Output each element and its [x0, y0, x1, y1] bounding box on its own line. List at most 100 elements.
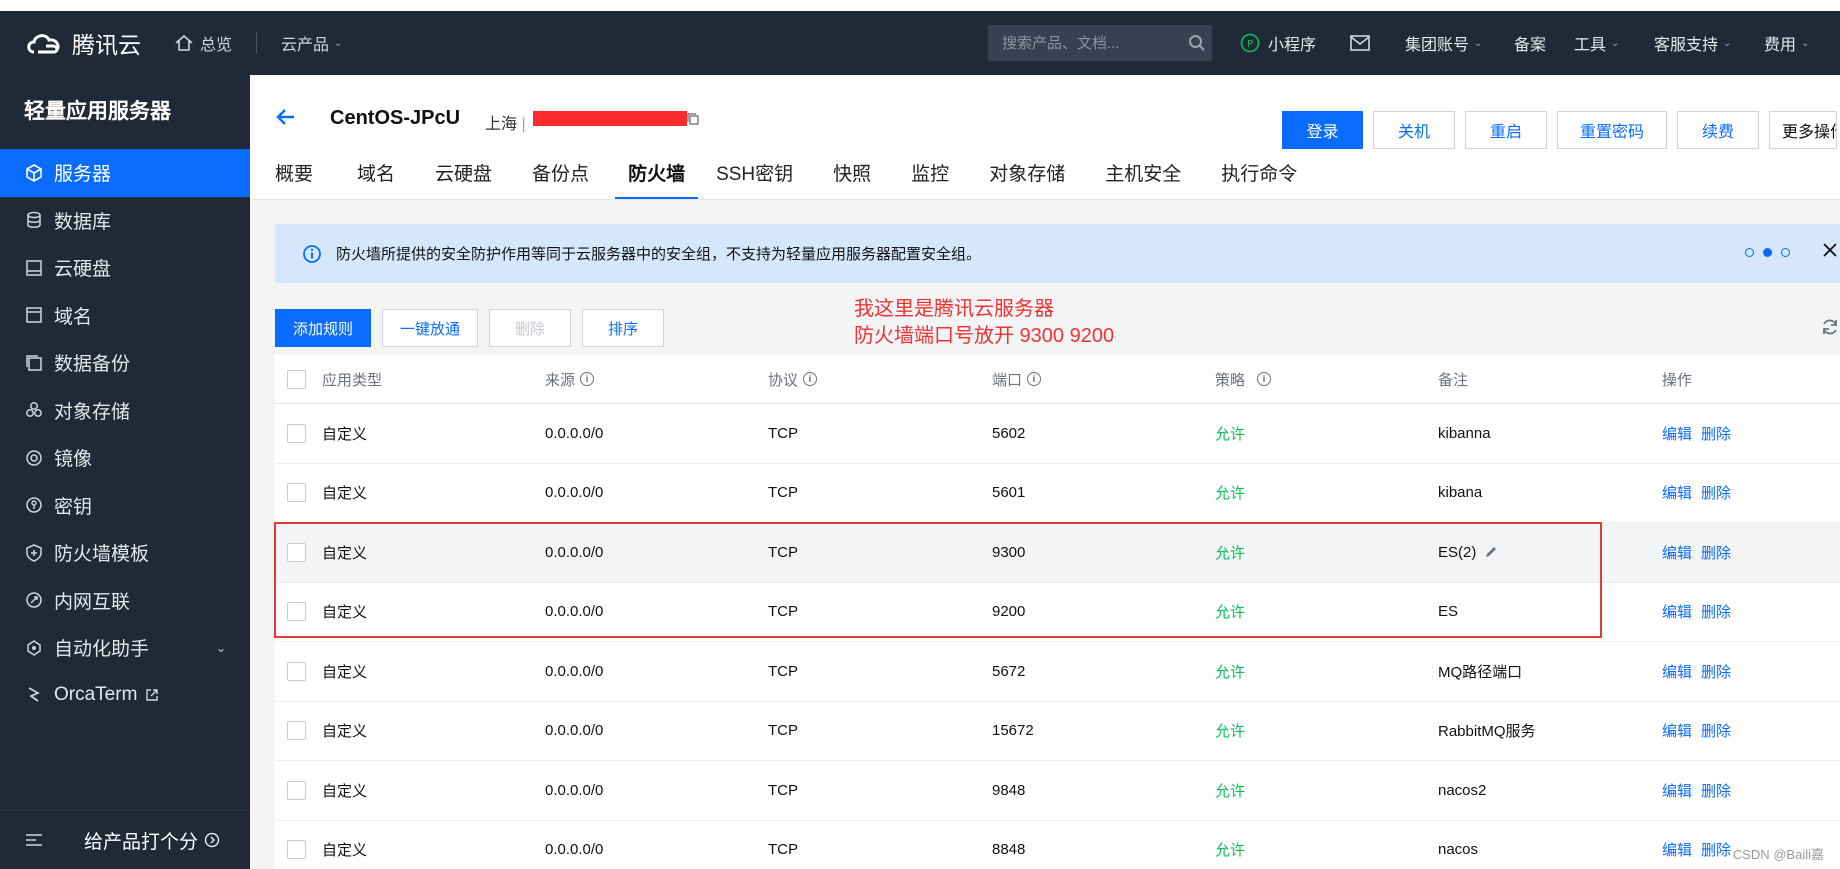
mini-program-link[interactable]: P 小程序 — [1240, 11, 1316, 75]
help-icon[interactable]: i — [1257, 372, 1272, 386]
row-checkbox[interactable] — [287, 602, 306, 622]
edit-link[interactable]: 编辑 — [1662, 601, 1692, 622]
help-icon[interactable]: i — [803, 372, 818, 386]
row-checkbox[interactable] — [287, 661, 306, 681]
pager-dot[interactable] — [1781, 248, 1790, 257]
chevron-down-icon: ⌄ — [1801, 37, 1810, 49]
help-icon[interactable]: i — [1027, 372, 1042, 386]
refresh-icon[interactable] — [1820, 317, 1840, 337]
row-checkbox[interactable] — [287, 542, 306, 562]
edit-link[interactable]: 编辑 — [1662, 661, 1692, 682]
more-actions-button[interactable]: 更多操作 — [1769, 111, 1837, 149]
renew-button[interactable]: 续费 — [1677, 111, 1759, 149]
logo-text: 腾讯云 — [72, 32, 141, 58]
one-click-allow-button[interactable]: 一键放通 — [382, 309, 478, 347]
pager-dot-active[interactable] — [1763, 248, 1772, 257]
products-menu[interactable]: 云产品 ⌄ — [281, 31, 342, 55]
restart-button[interactable]: 重启 — [1465, 111, 1547, 149]
delete-link[interactable]: 删除 — [1701, 661, 1731, 682]
sidebar-item-image[interactable]: 镜像 — [0, 434, 250, 482]
icp-link[interactable]: 备案 — [1514, 11, 1546, 75]
tab-host-security[interactable]: 主机安全 — [1105, 155, 1181, 199]
delete-button[interactable]: 删除 — [489, 309, 571, 347]
pencil-icon[interactable] — [1484, 545, 1498, 559]
edit-link[interactable]: 编辑 — [1662, 780, 1692, 801]
support-menu[interactable]: 客服支持 ⌄ — [1654, 11, 1731, 75]
search-icon[interactable] — [1188, 34, 1206, 52]
edit-link[interactable]: 编辑 — [1662, 482, 1692, 503]
tools-menu[interactable]: 工具 ⌄ — [1574, 11, 1619, 75]
search-input[interactable] — [1000, 33, 1184, 53]
delete-link[interactable]: 删除 — [1701, 601, 1731, 622]
sidebar-item-storage[interactable]: 对象存储 — [0, 387, 250, 435]
header-port-label: 端口 — [992, 371, 1023, 389]
tab-object-storage[interactable]: 对象存储 — [989, 155, 1065, 199]
billing-menu[interactable]: 费用 ⌄ — [1764, 11, 1809, 75]
mail-button[interactable] — [1350, 11, 1370, 75]
copy-icon[interactable] — [687, 113, 699, 125]
tab-disk[interactable]: 云硬盘 — [435, 155, 492, 199]
header-policy-label: 策略 — [1215, 371, 1246, 389]
shutdown-button[interactable]: 关机 — [1373, 111, 1455, 149]
feedback-bar[interactable]: 给产品打个分 — [0, 810, 250, 869]
close-icon[interactable] — [1820, 240, 1840, 260]
group-account-menu[interactable]: 集团账号 ⌄ — [1405, 11, 1482, 75]
cloud-logo-icon — [27, 34, 60, 54]
tab-backup[interactable]: 备份点 — [532, 155, 589, 199]
row-checkbox[interactable] — [287, 721, 306, 741]
sidebar-item-database[interactable]: 数据库 — [0, 197, 250, 245]
select-all-checkbox[interactable] — [287, 369, 306, 389]
cell-policy: 允许 — [1215, 544, 1246, 562]
delete-link[interactable]: 删除 — [1701, 839, 1731, 860]
sidebar-item-key[interactable]: 密钥 — [0, 482, 250, 530]
cell-port: 5602 — [992, 424, 1026, 442]
tab-firewall[interactable]: 防火墙 — [615, 155, 699, 199]
row-checkbox[interactable] — [287, 780, 306, 800]
sidebar-item-domain[interactable]: 域名 — [0, 292, 250, 340]
table-row: 自定义 0.0.0.0/0 TCP 8848 允许 nacos 编辑 删除 — [275, 821, 1840, 869]
header-policy: 策略 i — [1215, 355, 1272, 403]
sidebar-item-network[interactable]: 内网互联 — [0, 577, 250, 625]
sort-button[interactable]: 排序 — [582, 309, 664, 347]
sidebar-item-orcaterm[interactable]: OrcaTerm — [0, 672, 250, 720]
table-row: 自定义 0.0.0.0/0 TCP 15672 允许 RabbitMQ服务 编辑… — [275, 702, 1840, 761]
pager-dot[interactable] — [1745, 248, 1754, 257]
add-rule-button[interactable]: 添加规则 — [275, 309, 371, 347]
tab-snapshot[interactable]: 快照 — [833, 155, 871, 199]
delete-link[interactable]: 删除 — [1701, 780, 1731, 801]
sidebar-item-disk[interactable]: 云硬盘 — [0, 244, 250, 292]
help-icon[interactable]: i — [580, 372, 595, 386]
reset-password-button[interactable]: 重置密码 — [1557, 111, 1667, 149]
sidebar-item-firewall-template[interactable]: 防火墙模板 — [0, 529, 250, 577]
back-arrow-icon[interactable] — [274, 105, 298, 129]
edit-link[interactable]: 编辑 — [1662, 542, 1692, 563]
edit-link[interactable]: 编辑 — [1662, 423, 1692, 444]
tab-overview[interactable]: 概要 — [275, 155, 313, 199]
sidebar-item-label: 防火墙模板 — [54, 544, 150, 566]
login-button[interactable]: 登录 — [1282, 111, 1363, 149]
collapse-menu-icon[interactable] — [24, 832, 44, 848]
row-checkbox[interactable] — [287, 840, 306, 860]
tab-run-command[interactable]: 执行命令 — [1221, 155, 1297, 199]
search-box[interactable] — [988, 25, 1212, 61]
edit-link[interactable]: 编辑 — [1662, 720, 1692, 741]
logo[interactable]: 腾讯云 — [24, 26, 174, 60]
delete-link[interactable]: 删除 — [1701, 542, 1731, 563]
cell-protocol: TCP — [768, 484, 798, 502]
row-checkbox[interactable] — [287, 483, 306, 503]
robot-icon — [24, 638, 44, 658]
sidebar-item-backup[interactable]: 数据备份 — [0, 339, 250, 387]
sidebar-item-server[interactable]: 服务器 — [0, 149, 250, 197]
overview-link[interactable]: 总览 — [174, 31, 232, 55]
tab-monitor[interactable]: 监控 — [911, 155, 949, 199]
row-checkbox[interactable] — [287, 423, 306, 443]
tab-domain[interactable]: 域名 — [357, 155, 395, 199]
delete-link[interactable]: 删除 — [1701, 423, 1731, 444]
sidebar-item-automation[interactable]: 自动化助手 ⌄ — [0, 624, 250, 672]
notice-pager — [1736, 248, 1790, 257]
tab-ssh-key[interactable]: SSH密钥 — [716, 155, 793, 199]
delete-link[interactable]: 删除 — [1701, 482, 1731, 503]
svg-text:P: P — [1247, 39, 1253, 50]
delete-link[interactable]: 删除 — [1701, 720, 1731, 741]
edit-link[interactable]: 编辑 — [1662, 839, 1692, 860]
